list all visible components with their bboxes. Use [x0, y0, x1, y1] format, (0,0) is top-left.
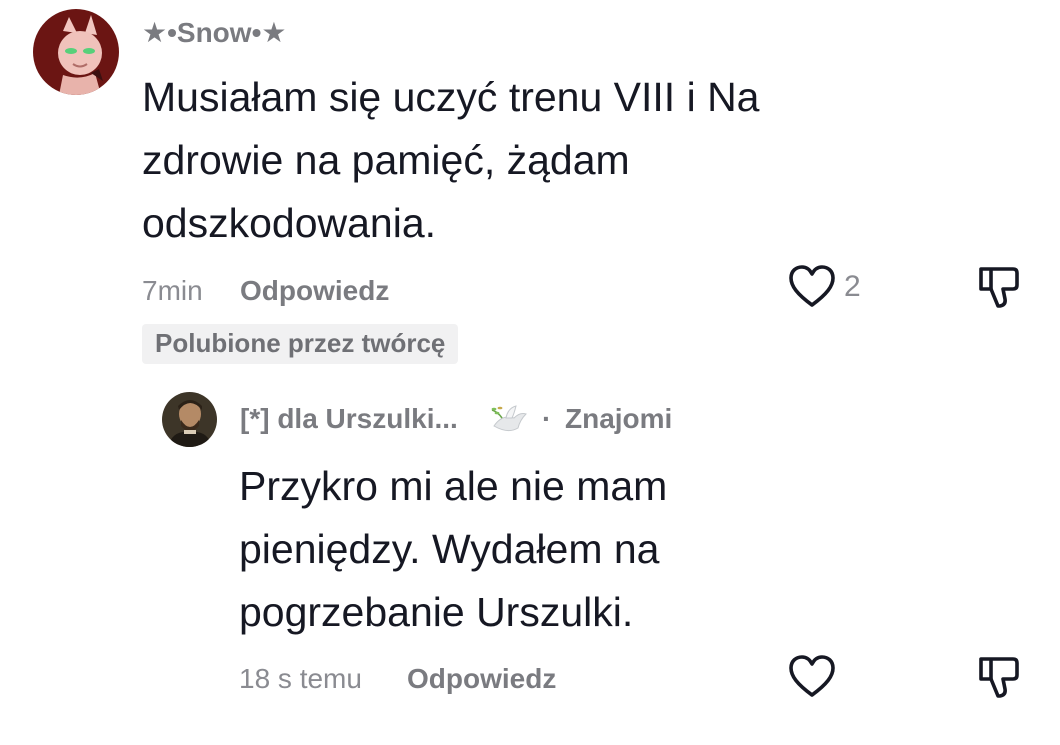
like-button[interactable] — [788, 654, 836, 700]
reply-username[interactable]: [*] dla Urszulki... — [240, 403, 458, 435]
dislike-button[interactable] — [977, 655, 1021, 699]
liked-by-creator-badge: Polubione przez twórcę — [142, 324, 459, 364]
heart-outline-icon — [789, 265, 835, 307]
thumbs-down-icon — [979, 267, 1019, 308]
reply-text-line: pieniędzy. Wydałem na — [239, 526, 660, 572]
relation-label: Znajomi — [565, 403, 673, 434]
avatar[interactable] — [162, 392, 217, 447]
heart-outline-icon — [789, 655, 835, 697]
comment-timestamp: 7min — [142, 275, 203, 306]
reply-timestamp: 18 s temu — [239, 663, 362, 694]
comment-text-line: odszkodowania. — [142, 200, 437, 246]
reply-text: Przykro mi ale nie mam pieniędzy. Wydałe… — [239, 455, 667, 644]
dislike-button[interactable] — [977, 265, 1021, 309]
reply-text-line: pogrzebanie Urszulki. — [239, 589, 634, 635]
avatar[interactable] — [33, 9, 119, 95]
comment-username[interactable]: ★•Snow•★ — [142, 16, 286, 49]
comment-text-line: zdrowie na pamięć, żądam — [142, 137, 630, 183]
reply-text-line: Przykro mi ale nie mam — [239, 463, 668, 509]
comment-text-line: Musiałam się uczyć trenu VIII i Na — [142, 74, 760, 120]
cat-avatar-image — [33, 9, 119, 95]
comment-text: Musiałam się uczyć trenu VIII i Na zdrow… — [142, 66, 759, 255]
relation-separator: · — [542, 403, 552, 434]
portrait-avatar-image — [162, 392, 217, 447]
reply-button[interactable]: Odpowiedz — [240, 275, 389, 307]
dove-icon — [490, 400, 528, 436]
thumbs-down-icon — [979, 657, 1019, 698]
like-count: 2 — [844, 270, 861, 303]
like-button[interactable] — [788, 264, 836, 310]
reply-button[interactable]: Odpowiedz — [407, 663, 556, 695]
